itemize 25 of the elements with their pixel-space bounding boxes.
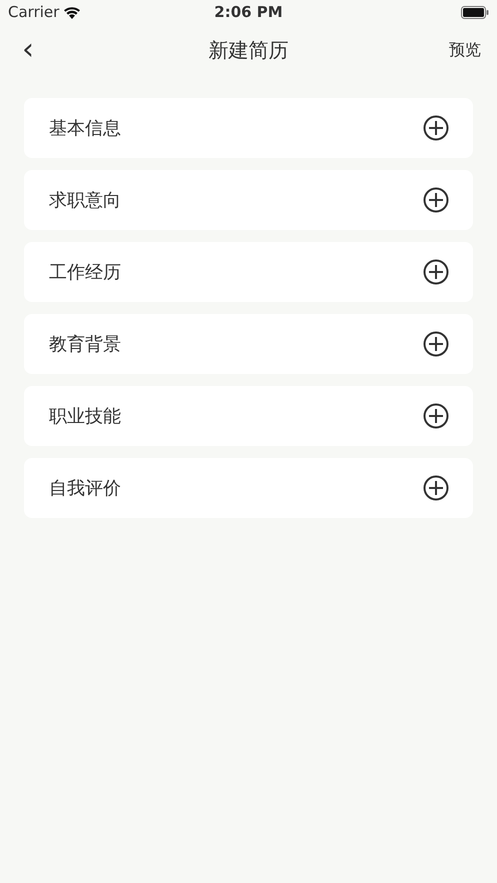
- page-title: 新建简历: [208, 37, 288, 64]
- section-label: 自我评价: [49, 476, 121, 500]
- section-row[interactable]: 工作经历: [24, 242, 473, 302]
- section-row[interactable]: 自我评价: [24, 458, 473, 518]
- section-row[interactable]: 基本信息: [24, 98, 473, 158]
- add-icon[interactable]: [423, 331, 449, 357]
- section-label: 教育背景: [49, 332, 121, 356]
- section-row[interactable]: 教育背景: [24, 314, 473, 374]
- section-row[interactable]: 求职意向: [24, 170, 473, 230]
- status-time: 2:06 PM: [214, 2, 283, 24]
- section-label: 基本信息: [49, 116, 121, 140]
- battery-icon: [461, 6, 489, 19]
- add-icon[interactable]: [423, 475, 449, 501]
- wifi-icon: [63, 6, 82, 19]
- section-label: 工作经历: [49, 260, 121, 284]
- preview-button[interactable]: 预览: [449, 38, 481, 62]
- section-row[interactable]: 职业技能: [24, 386, 473, 446]
- add-icon[interactable]: [423, 259, 449, 285]
- section-label: 职业技能: [49, 404, 121, 428]
- add-icon[interactable]: [423, 403, 449, 429]
- section-label: 求职意向: [49, 188, 121, 212]
- add-icon[interactable]: [423, 187, 449, 213]
- add-icon[interactable]: [423, 115, 449, 141]
- back-button[interactable]: ‹: [16, 35, 40, 65]
- carrier-text: Carrier: [8, 2, 60, 24]
